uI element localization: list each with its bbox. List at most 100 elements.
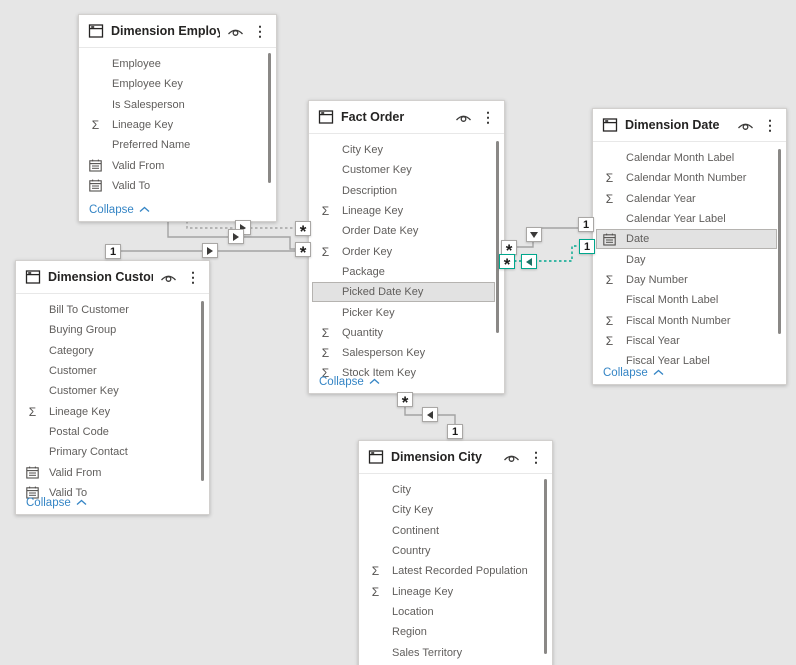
field-row[interactable]: Valid From [16, 462, 209, 482]
collapse-label: Collapse [89, 204, 134, 216]
field-label: Date [626, 233, 649, 245]
field-row[interactable]: ΣDay Number [593, 270, 786, 290]
field-row[interactable]: Employee [79, 54, 276, 74]
scrollbar[interactable] [778, 149, 781, 334]
field-row[interactable]: Continent [359, 521, 552, 541]
field-row[interactable]: City Key [309, 140, 504, 160]
visibility-eye-icon[interactable] [227, 26, 244, 37]
field-row[interactable]: Picked Date Key [312, 282, 495, 302]
table-card-fact-order[interactable]: Fact Order ⋮ City KeyCustomer KeyDescripti… [308, 100, 505, 394]
field-row[interactable]: Day [593, 249, 786, 269]
field-row[interactable]: ΣOrder Key [309, 241, 504, 261]
field-row[interactable]: Preferred Name [79, 135, 276, 155]
more-options-icon[interactable]: ⋮ [761, 118, 779, 132]
field-label: Quantity [342, 327, 383, 339]
cardinality-many-marker[interactable]: * [295, 242, 311, 257]
field-row[interactable]: Customer [16, 361, 209, 381]
field-label: Employee Key [112, 78, 183, 90]
field-row[interactable]: Customer Key [309, 160, 504, 180]
collapse-link[interactable]: Collapse [603, 367, 664, 379]
field-label: Sales Territory [392, 647, 462, 659]
cardinality-one-marker-selected[interactable]: 1 [579, 239, 595, 254]
field-row[interactable]: ΣCalendar Month Number [593, 168, 786, 188]
visibility-eye-icon[interactable] [160, 272, 177, 283]
field-label: Fiscal Month Number [626, 315, 731, 327]
field-row[interactable]: Fiscal Month Label [593, 290, 786, 310]
field-row[interactable]: ΣFiscal Year [593, 331, 786, 351]
field-row[interactable]: Picker Key [309, 302, 504, 322]
field-row[interactable]: ΣFiscal Month Number [593, 310, 786, 330]
visibility-eye-icon[interactable] [503, 452, 520, 463]
model-view-canvas[interactable]: Dimension Employee⋮ Employee Employee Key I… [0, 0, 796, 665]
field-row[interactable]: ΣLineage Key [359, 581, 552, 601]
scrollbar[interactable] [268, 53, 271, 183]
field-row[interactable]: Order Date Key [309, 221, 504, 241]
field-row[interactable]: Country [359, 541, 552, 561]
scrollbar[interactable] [201, 301, 204, 481]
filter-direction-arrow-left[interactable] [422, 407, 438, 422]
field-row[interactable]: ΣLineage Key [309, 201, 504, 221]
visibility-eye-icon[interactable] [737, 120, 754, 131]
field-row[interactable]: Category [16, 341, 209, 361]
field-row[interactable]: ΣLineage Key [16, 401, 209, 421]
filter-direction-arrow-right[interactable] [228, 229, 244, 244]
table-title: Fact Order [341, 110, 448, 124]
field-row[interactable]: Calendar Month Label [593, 148, 786, 168]
field-row[interactable]: Customer Key [16, 381, 209, 401]
cardinality-many-marker[interactable]: * [501, 240, 517, 255]
table-card-dimension-date[interactable]: Dimension Date⋮Calendar Month LabelΣCale… [592, 108, 787, 385]
field-row[interactable]: ΣCalendar Year [593, 189, 786, 209]
field-row[interactable]: Valid From [79, 155, 276, 175]
filter-direction-arrow-right[interactable] [202, 243, 218, 258]
card-header[interactable]: Dimension Employee⋮ [79, 15, 276, 48]
field-row[interactable]: Is Salesperson [79, 95, 276, 115]
card-header[interactable]: Dimension Customer⋮ [16, 261, 209, 294]
more-options-icon[interactable]: ⋮ [251, 24, 269, 38]
field-row[interactable]: Postal Code [16, 422, 209, 442]
cardinality-many-marker[interactable]: * [397, 392, 413, 407]
field-row[interactable]: Buying Group [16, 320, 209, 340]
arrow-right-icon [233, 233, 239, 241]
field-row[interactable]: ΣQuantity [309, 323, 504, 343]
field-row[interactable]: Date [596, 229, 777, 249]
field-row[interactable]: City Key [359, 500, 552, 520]
field-row[interactable]: Region [359, 622, 552, 642]
card-header[interactable]: Fact Order ⋮ [309, 101, 504, 134]
cardinality-many-marker-selected[interactable]: * [499, 254, 515, 269]
field-row[interactable]: City [359, 480, 552, 500]
filter-direction-arrow-left-selected[interactable] [521, 254, 537, 269]
field-row[interactable]: Sales Territory [359, 642, 552, 662]
collapse-link[interactable]: Collapse [26, 497, 87, 509]
field-row[interactable]: Valid To [79, 176, 276, 196]
more-options-icon[interactable]: ⋮ [184, 270, 202, 284]
table-card-dimension-city[interactable]: Dimension City⋮ CityCity Key Continent Coun… [358, 440, 553, 665]
collapse-link[interactable]: Collapse [319, 376, 380, 388]
visibility-eye-icon[interactable] [455, 112, 472, 123]
field-row[interactable]: ΣSalesperson Key [309, 343, 504, 363]
field-row[interactable]: Primary Contact [16, 442, 209, 462]
filter-direction-arrow-down[interactable] [526, 227, 542, 242]
field-row[interactable]: ΣLatest Recorded Population [359, 561, 552, 581]
scrollbar[interactable] [496, 141, 499, 333]
field-row[interactable]: ΣLineage Key [79, 115, 276, 135]
cardinality-one-marker[interactable]: 1 [447, 424, 463, 439]
field-row[interactable]: Location [359, 602, 552, 622]
collapse-link[interactable]: Collapse [89, 204, 150, 216]
table-card-dimension-customer[interactable]: Dimension Customer⋮ Bill To Customer Buyin… [15, 260, 210, 515]
cardinality-one-marker[interactable]: 1 [105, 244, 121, 259]
scrollbar[interactable] [544, 479, 547, 654]
field-row[interactable]: Employee Key [79, 74, 276, 94]
card-header[interactable]: Dimension City⋮ [359, 441, 552, 474]
table-card-dimension-employee[interactable]: Dimension Employee⋮ Employee Employee Key I… [78, 14, 277, 222]
field-label: Continent [392, 525, 439, 537]
field-row[interactable]: Bill To Customer [16, 300, 209, 320]
cardinality-one-marker[interactable]: 1 [578, 217, 594, 232]
field-row[interactable]: Package [309, 262, 504, 282]
cardinality-many-marker[interactable]: * [295, 221, 311, 236]
field-row[interactable]: Description [309, 181, 504, 201]
more-options-icon[interactable]: ⋮ [479, 110, 497, 124]
more-options-icon[interactable]: ⋮ [527, 450, 545, 464]
field-label: Bill To Customer [49, 304, 129, 316]
field-row[interactable]: Calendar Year Label [593, 209, 786, 229]
card-header[interactable]: Dimension Date⋮ [593, 109, 786, 142]
